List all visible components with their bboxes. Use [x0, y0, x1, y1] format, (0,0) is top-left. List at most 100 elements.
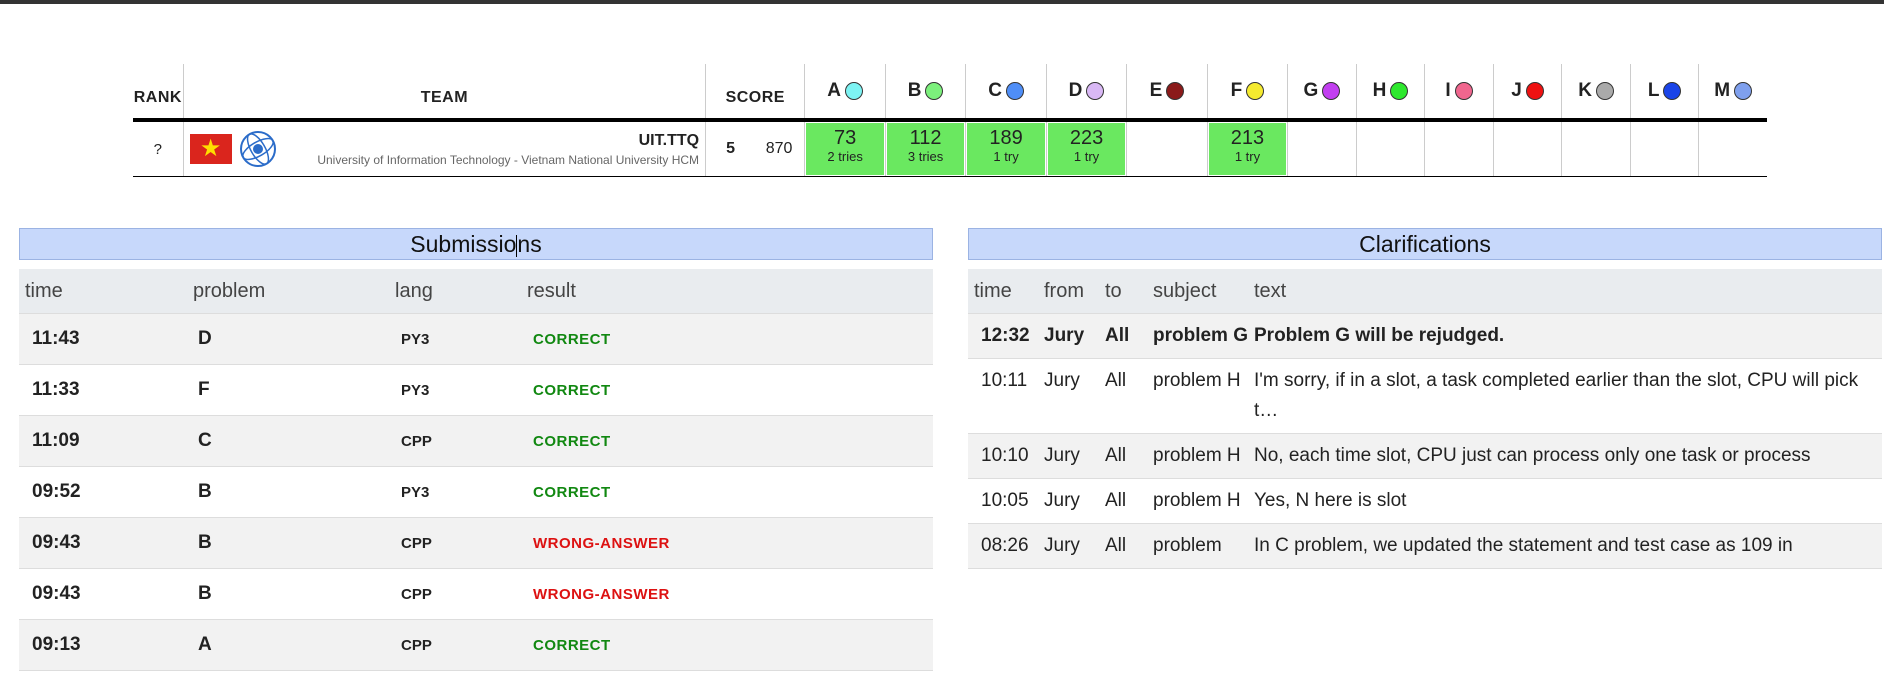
clarification-from: Jury [1044, 535, 1080, 556]
problem-label: D [1068, 80, 1083, 101]
balloon-icon [1595, 82, 1614, 100]
clarification-row[interactable]: 10:05 Jury All problem H Yes, N here is slot [968, 479, 1882, 524]
submission-row[interactable]: 09:43 B CPP WRONG-ANSWER [19, 569, 933, 620]
submission-problem: D [198, 328, 212, 349]
problem-result-j[interactable] [1492, 122, 1562, 176]
balloon-icon [1086, 82, 1105, 100]
problem-label: J [1511, 80, 1522, 101]
submission-problem: F [198, 379, 210, 400]
clarification-text: I'm sorry, if in a slot, a task complete… [1254, 370, 1859, 421]
submission-result: WRONG-ANSWER [533, 534, 670, 552]
problem-result-i[interactable] [1424, 122, 1493, 176]
submission-time: 11:43 [32, 328, 80, 349]
clarification-row[interactable]: 08:26 Jury All problem In C problem, we upda… [968, 524, 1882, 569]
problem-result-b[interactable]: 112 3 tries [884, 122, 965, 176]
balloon-icon [1005, 82, 1024, 100]
clarification-to: All [1105, 490, 1127, 511]
submission-row[interactable]: 11:43 D PY3 CORRECT [19, 314, 933, 365]
problem-result-m[interactable] [1698, 122, 1767, 176]
solve-time: 73 [834, 127, 857, 149]
solve-time: 189 [989, 127, 1023, 149]
balloon-icon [1663, 82, 1682, 100]
clarifications-title: Clarifications [968, 228, 1882, 260]
problem-result-k[interactable] [1561, 122, 1630, 176]
tries-count: 3 tries [907, 149, 944, 164]
submission-time: 09:52 [32, 481, 81, 502]
submission-result: CORRECT [533, 330, 611, 348]
col-time: time [974, 279, 1012, 302]
problem-header-a[interactable]: A [804, 64, 884, 118]
problem-header-j[interactable]: J [1492, 64, 1562, 118]
problem-result-h[interactable] [1355, 122, 1425, 176]
clarification-from: Jury [1044, 490, 1080, 511]
problem-label: F [1230, 80, 1243, 101]
clarification-row[interactable]: 10:11 Jury All problem H I'm sorry, if in a … [968, 359, 1882, 434]
problem-result-g[interactable] [1287, 122, 1356, 176]
team-rank: ? [153, 140, 162, 158]
submission-result: WRONG-ANSWER [533, 585, 670, 603]
team-cell[interactable]: ★ UIT.TTQ University of Information Tech… [182, 122, 705, 176]
penalty-time: 870 [765, 140, 793, 157]
problem-header-h[interactable]: H [1355, 64, 1425, 118]
rank-header: RANK [133, 89, 182, 106]
problem-result-f[interactable]: 213 1 try [1206, 122, 1287, 176]
problem-result-l[interactable] [1629, 122, 1699, 176]
team-name[interactable]: UIT.TTQ [284, 132, 699, 150]
submissions-column-header: time problem lang result [19, 269, 933, 314]
problem-label: K [1578, 80, 1592, 101]
submission-time: 09:43 [32, 532, 81, 553]
clarification-to: All [1105, 535, 1127, 556]
balloon-icon [1454, 82, 1473, 100]
col-lang: lang [395, 279, 433, 302]
clarification-from: Jury [1044, 370, 1080, 391]
problem-label: B [907, 80, 922, 101]
submission-result: CORRECT [533, 381, 611, 399]
solve-time: 223 [1069, 127, 1104, 149]
problem-result-c[interactable]: 189 1 try [965, 122, 1045, 176]
submission-lang: CPP [401, 534, 432, 552]
problem-header-b[interactable]: B [884, 64, 965, 118]
clarification-time: 12:32 [981, 325, 1030, 346]
problem-header-c[interactable]: C [965, 64, 1045, 118]
problem-label: M [1714, 80, 1731, 101]
team-row[interactable]: ? ★ UIT.TTQ University of Information Te… [133, 122, 1767, 177]
problem-header-d[interactable]: D [1045, 64, 1126, 118]
problem-header-f[interactable]: F [1206, 64, 1287, 118]
clarification-subject: problem G [1153, 325, 1249, 346]
submission-lang: CPP [401, 636, 432, 654]
submission-problem: C [198, 430, 212, 451]
problem-header-m[interactable]: M [1698, 64, 1767, 118]
clarification-row[interactable]: 12:32 Jury All problem G Problem G will be r… [968, 314, 1882, 359]
clarification-subject: problem H [1153, 445, 1241, 466]
problem-result-e[interactable] [1126, 122, 1206, 176]
clarification-subject: problem [1153, 535, 1222, 556]
problem-label: C [988, 80, 1002, 101]
problem-header-k[interactable]: K [1561, 64, 1630, 118]
col-from: from [1044, 279, 1084, 302]
submission-row[interactable]: 11:33 F PY3 CORRECT [19, 365, 933, 416]
problem-header-g[interactable]: G [1287, 64, 1356, 118]
submission-time: 11:09 [32, 430, 80, 451]
submissions-panel: Submissions time problem lang result 11:… [19, 228, 933, 671]
problem-label: H [1372, 80, 1387, 101]
problem-header-e[interactable]: E [1126, 64, 1206, 118]
clarification-row[interactable]: 10:10 Jury All problem H No, each time slot,… [968, 434, 1882, 479]
tries-count: 2 tries [827, 149, 863, 164]
submission-row[interactable]: 11:09 C CPP CORRECT [19, 416, 933, 467]
clarification-time: 10:10 [981, 445, 1029, 466]
submission-row[interactable]: 09:43 B CPP WRONG-ANSWER [19, 518, 933, 569]
problem-result-a[interactable]: 73 2 tries [804, 122, 884, 176]
col-result: result [527, 279, 576, 302]
clarification-time: 10:05 [981, 490, 1029, 511]
problem-result-d[interactable]: 223 1 try [1045, 122, 1126, 176]
submission-row[interactable]: 09:13 A CPP CORRECT [19, 620, 933, 671]
score-cell: 5 870 [705, 122, 804, 176]
submission-row[interactable]: 09:52 B PY3 CORRECT [19, 467, 933, 518]
tries-count: 1 try [1073, 149, 1100, 164]
problem-header-i[interactable]: I [1424, 64, 1493, 118]
clarification-text: Yes, N here is slot [1254, 490, 1407, 511]
balloon-icon [1390, 82, 1409, 100]
submission-lang: CPP [401, 585, 432, 603]
problem-header-l[interactable]: L [1629, 64, 1699, 118]
submission-result: CORRECT [533, 636, 611, 654]
